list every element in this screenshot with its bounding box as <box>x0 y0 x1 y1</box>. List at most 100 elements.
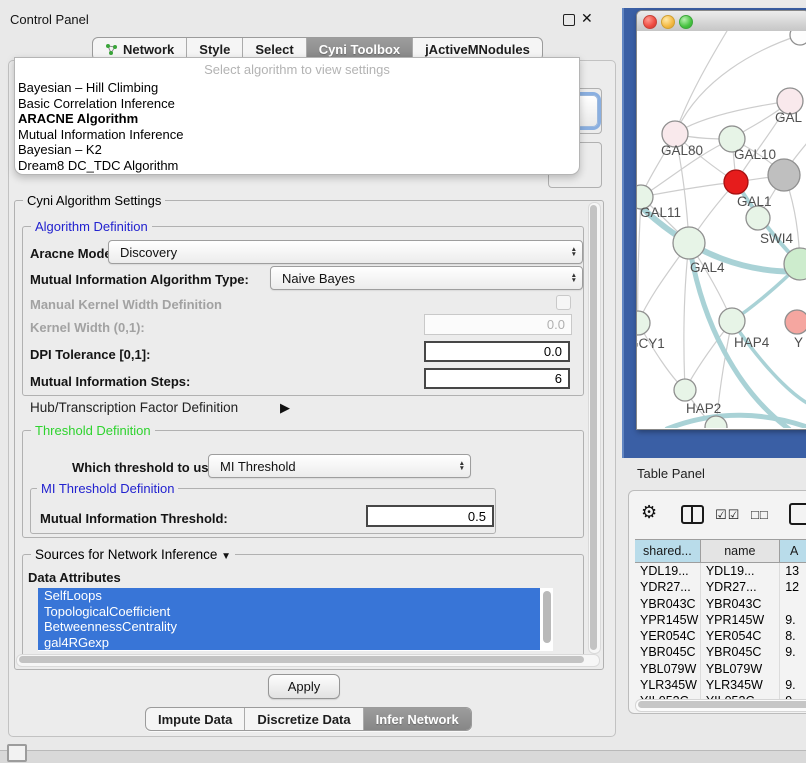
disclosure-right-icon[interactable]: ▶ <box>280 400 290 416</box>
table-row[interactable]: YDR27...YDR27...12 <box>635 579 806 595</box>
table-cell[interactable]: 13 <box>780 563 806 579</box>
dropdown-item[interactable]: Basic Correlation Inference <box>15 96 579 112</box>
table-row[interactable]: YPR145WYPR145W9. <box>635 612 806 628</box>
table-cell[interactable]: YPR145W <box>701 612 780 628</box>
network-node[interactable] <box>746 206 770 230</box>
node-label: GAL10 <box>734 147 776 162</box>
mi-steps-field[interactable]: 6 <box>424 368 570 389</box>
column-view-icon[interactable] <box>681 505 704 524</box>
table-cell[interactable]: YBR043C <box>701 596 780 612</box>
dropdown-item-aracne[interactable]: ARACNE Algorithm <box>15 111 579 127</box>
network-node[interactable] <box>724 170 748 194</box>
mi-threshold-label: Mutual Information Threshold: <box>40 511 228 526</box>
table-cell[interactable]: YBL079W <box>701 661 780 677</box>
table-cell[interactable]: 9. <box>780 677 806 693</box>
network-node[interactable] <box>768 159 800 191</box>
attribute-item[interactable]: TopologicalCoefficient <box>38 604 540 620</box>
attribute-item[interactable]: gal4RGexp <box>38 635 540 651</box>
zoom-traffic-light-icon[interactable] <box>679 15 693 29</box>
node-label: GAL11 <box>640 205 681 220</box>
close-icon[interactable]: ✕ <box>581 10 593 27</box>
gear-icon[interactable]: ⚙ <box>641 503 657 521</box>
attribute-item[interactable]: BetweennessCentrality <box>38 619 540 635</box>
attribute-item[interactable]: SelfLoops <box>38 588 540 604</box>
tab-infer-network[interactable]: Infer Network <box>364 708 471 730</box>
dropdown-item[interactable]: Dream8 DC_TDC Algorithm <box>15 158 579 174</box>
dpi-tolerance-field[interactable]: 0.0 <box>424 341 570 362</box>
table-panel-title: Table Panel <box>637 466 705 481</box>
apply-button[interactable]: Apply <box>268 674 340 699</box>
network-node[interactable] <box>719 308 745 334</box>
table-row[interactable]: YBR043CYBR043C <box>635 596 806 612</box>
column-header-shared[interactable]: shared... <box>635 540 701 562</box>
table-cell[interactable]: YBR043C <box>635 596 701 612</box>
network-node[interactable] <box>790 31 806 45</box>
dropdown-item[interactable]: Bayesian – K2 <box>15 142 579 158</box>
table-cell[interactable]: 8. <box>780 628 806 644</box>
manual-kernel-checkbox[interactable] <box>556 295 571 310</box>
close-traffic-light-icon[interactable] <box>643 15 657 29</box>
table-row[interactable]: YDL19...YDL19...13 <box>635 563 806 579</box>
dropdown-item[interactable]: Mutual Information Inference <box>15 127 579 143</box>
kernel-width-field[interactable]: 0.0 <box>424 314 572 335</box>
table-cell[interactable]: YDR27... <box>635 579 701 595</box>
table-cell[interactable] <box>780 661 806 677</box>
network-node[interactable] <box>674 379 696 401</box>
table-cell[interactable]: YDR27... <box>701 579 780 595</box>
minimize-traffic-light-icon[interactable] <box>661 15 675 29</box>
dropdown-item[interactable]: Bayesian – Hill Climbing <box>15 80 579 96</box>
disclosure-down-icon[interactable]: ▼ <box>221 551 231 562</box>
table-row[interactable]: YER054CYER054C8. <box>635 628 806 644</box>
table-mode-icon[interactable] <box>789 503 806 525</box>
table-body: YDL19...YDL19...13YDR27...YDR27...12YBR0… <box>635 563 806 710</box>
table-cell[interactable]: 12 <box>780 579 806 595</box>
which-threshold-label: Which threshold to use: <box>72 460 220 475</box>
table-cell[interactable]: YDL19... <box>635 563 701 579</box>
network-window-titlebar[interactable] <box>637 11 806 32</box>
network-node[interactable] <box>637 311 650 335</box>
table-cell[interactable] <box>780 596 806 612</box>
table-row[interactable]: YLR345WYLR345W9. <box>635 677 806 693</box>
table-cell[interactable]: YBR045C <box>701 644 780 660</box>
tab-discretize-data[interactable]: Discretize Data <box>245 708 363 730</box>
network-edge[interactable] <box>684 243 689 390</box>
mi-steps-label: Mutual Information Steps: <box>30 374 190 389</box>
aracne-mode-select[interactable]: Discovery ▲▼ <box>108 240 583 264</box>
table-cell[interactable]: YLR345W <box>635 677 701 693</box>
list-scrollbar[interactable] <box>543 591 551 643</box>
column-header-name[interactable]: name <box>701 540 780 562</box>
mi-threshold-field[interactable]: 0.5 <box>366 505 494 527</box>
table-cell[interactable]: 9. <box>780 612 806 628</box>
table-row[interactable]: YBR045CYBR045C9. <box>635 644 806 660</box>
tab-impute-data[interactable]: Impute Data <box>146 708 245 730</box>
settings-horizontal-scrollbar[interactable] <box>16 654 600 667</box>
which-threshold-select[interactable]: MI Threshold ▲▼ <box>208 454 471 478</box>
unchecked-boxes-icon[interactable]: □□ <box>751 507 769 522</box>
node-label: HAP2 <box>686 401 721 416</box>
column-header-clipped[interactable]: A <box>780 540 806 562</box>
network-edge[interactable] <box>641 182 736 197</box>
table-cell[interactable]: YPR145W <box>635 612 701 628</box>
table-cell[interactable]: YER054C <box>635 628 701 644</box>
checked-boxes-icon[interactable]: ☑☑ <box>715 507 740 523</box>
combo-stepper-icon: ▲▼ <box>566 247 582 258</box>
data-attributes-label: Data Attributes <box>28 570 121 585</box>
network-node[interactable] <box>785 310 806 334</box>
mi-type-select[interactable]: Naive Bayes ▲▼ <box>270 266 583 290</box>
table-cell[interactable]: YER054C <box>701 628 780 644</box>
table-cell[interactable]: YBL079W <box>635 661 701 677</box>
hub-definition-label: Hub/Transcription Factor Definition <box>30 400 238 415</box>
float-panel-icon[interactable] <box>563 14 575 26</box>
node-label: GAL <box>775 110 803 125</box>
network-canvas[interactable]: GALGAL80GAL10GAL1GAL11SWI4GAL4GCY1HAP4YH… <box>637 31 806 428</box>
network-node[interactable] <box>673 227 705 259</box>
combo-stepper-icon: ▲▼ <box>454 461 470 472</box>
table-cell[interactable]: YBR045C <box>635 644 701 660</box>
mini-window-icon[interactable] <box>7 744 27 762</box>
table-row[interactable]: YBL079WYBL079W <box>635 661 806 677</box>
settings-vertical-scrollbar[interactable] <box>588 202 601 654</box>
table-cell[interactable]: YLR345W <box>701 677 780 693</box>
table-cell[interactable]: YDL19... <box>701 563 780 579</box>
table-horizontal-scrollbar[interactable] <box>635 699 806 712</box>
table-cell[interactable]: 9. <box>780 644 806 660</box>
